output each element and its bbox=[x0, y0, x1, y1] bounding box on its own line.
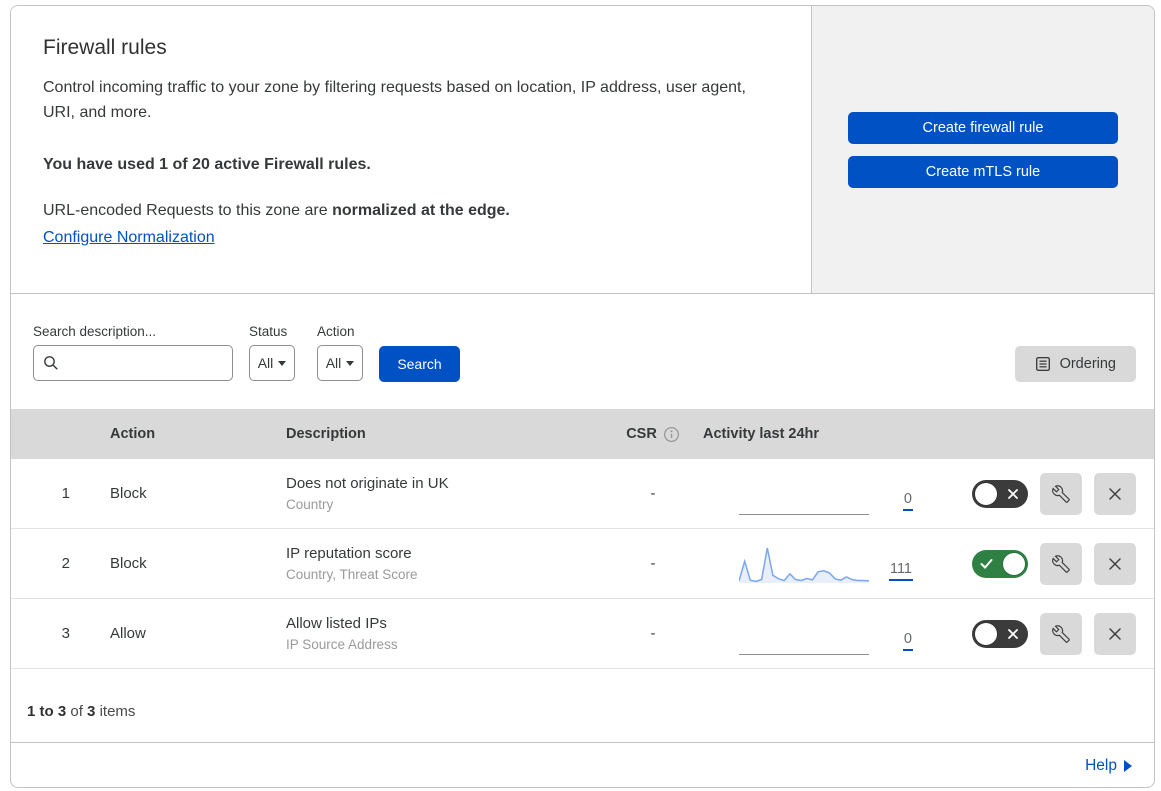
pagination-summary: 1 to 3 of 3 items bbox=[11, 669, 1154, 742]
edit-rule-button[interactable] bbox=[1040, 472, 1082, 515]
ordering-button[interactable]: Ordering bbox=[1014, 346, 1136, 382]
action-selected-value: All bbox=[325, 355, 342, 371]
configure-normalization-link[interactable]: Configure Normalization bbox=[43, 229, 215, 246]
rule-criteria: IP Source Address bbox=[286, 637, 398, 652]
edit-rule-button[interactable] bbox=[1040, 542, 1082, 585]
activity-count-link[interactable]: 111 bbox=[888, 561, 913, 581]
rule-action: Block bbox=[110, 485, 147, 502]
edit-rule-button[interactable] bbox=[1040, 612, 1082, 655]
toggle-knob bbox=[975, 622, 997, 645]
arrow-right-icon bbox=[1124, 760, 1132, 772]
column-header-description: Description bbox=[286, 426, 366, 442]
help-link[interactable]: Help bbox=[1085, 757, 1132, 775]
help-footer: Help bbox=[11, 742, 1154, 787]
close-icon bbox=[1109, 557, 1121, 570]
activity-count-link[interactable]: 0 bbox=[902, 631, 913, 651]
rule-enabled-toggle[interactable] bbox=[972, 479, 1028, 508]
wrench-icon bbox=[1052, 554, 1070, 573]
table-row: 1 Block Does not originate in UK Country… bbox=[11, 459, 1154, 529]
page-title: Firewall rules bbox=[43, 36, 167, 59]
header-section: Firewall rules Control incoming traffic … bbox=[11, 6, 1154, 294]
item-range: 1 to 3 bbox=[27, 703, 67, 720]
header-text-panel: Firewall rules Control incoming traffic … bbox=[11, 6, 812, 293]
page-description: Control incoming traffic to your zone by… bbox=[43, 79, 746, 121]
rule-description: Does not originate in UK bbox=[286, 475, 449, 492]
rule-description: Allow listed IPs bbox=[286, 615, 387, 632]
rule-csr-value: - bbox=[650, 485, 656, 502]
activity-sparkline bbox=[739, 547, 869, 583]
column-header-action: Action bbox=[110, 426, 156, 442]
normalization-bold: normalized at the edge. bbox=[332, 201, 510, 219]
wrench-icon bbox=[1052, 484, 1070, 503]
actions-panel: Create firewall rule Create mTLS rule bbox=[812, 6, 1154, 293]
usage-note: You have used 1 of 20 active Firewall ru… bbox=[43, 155, 371, 173]
ordering-list-icon bbox=[1035, 357, 1050, 372]
action-label: Action bbox=[317, 324, 355, 339]
action-select[interactable]: All bbox=[317, 345, 363, 381]
column-header-activity: Activity last 24hr bbox=[703, 426, 820, 442]
check-icon bbox=[980, 558, 993, 569]
delete-rule-button[interactable] bbox=[1094, 472, 1136, 515]
filter-bar: Search description... Status All Action … bbox=[11, 294, 1154, 409]
rule-enabled-toggle[interactable] bbox=[972, 549, 1028, 578]
close-icon bbox=[1109, 487, 1121, 500]
rule-csr-value: - bbox=[650, 555, 656, 572]
delete-rule-button[interactable] bbox=[1094, 542, 1136, 585]
firewall-rules-card: Firewall rules Control incoming traffic … bbox=[10, 5, 1155, 788]
create-mtls-rule-button[interactable]: Create mTLS rule bbox=[848, 155, 1118, 188]
rule-number: 3 bbox=[61, 625, 70, 642]
search-button[interactable]: Search bbox=[379, 346, 460, 382]
status-selected-value: All bbox=[257, 355, 274, 371]
activity-sparkline-empty bbox=[739, 613, 869, 655]
item-total: 3 bbox=[87, 703, 96, 720]
rule-description: IP reputation score bbox=[286, 545, 412, 562]
toggle-knob bbox=[1003, 552, 1025, 575]
rule-criteria: Country, Threat Score bbox=[286, 567, 418, 582]
chevron-down-icon bbox=[346, 360, 355, 366]
rule-number: 1 bbox=[61, 485, 70, 502]
table-row: 3 Allow Allow listed IPs IP Source Addre… bbox=[11, 599, 1154, 669]
rule-enabled-toggle[interactable] bbox=[972, 619, 1028, 648]
normalization-note: URL-encoded Requests to this zone are no… bbox=[43, 202, 765, 220]
normalization-prefix: URL-encoded Requests to this zone are bbox=[43, 201, 333, 219]
x-icon bbox=[1008, 628, 1018, 639]
of-text: of bbox=[70, 703, 83, 720]
rule-criteria: Country bbox=[286, 497, 334, 512]
delete-rule-button[interactable] bbox=[1094, 612, 1136, 655]
x-icon bbox=[1008, 488, 1018, 499]
wrench-icon bbox=[1052, 624, 1070, 643]
rule-number: 2 bbox=[61, 555, 70, 572]
search-label: Search description... bbox=[33, 324, 157, 339]
status-select[interactable]: All bbox=[249, 345, 295, 381]
create-firewall-rule-button[interactable]: Create firewall rule bbox=[848, 111, 1118, 144]
search-input[interactable] bbox=[33, 345, 233, 381]
rule-action: Allow bbox=[110, 625, 146, 642]
info-icon[interactable] bbox=[663, 426, 680, 443]
close-icon bbox=[1109, 627, 1121, 640]
items-text: items bbox=[99, 703, 136, 720]
activity-count-link[interactable]: 0 bbox=[902, 491, 913, 511]
rule-csr-value: - bbox=[650, 625, 656, 642]
rule-action: Block bbox=[110, 555, 147, 572]
ordering-button-label: Ordering bbox=[1059, 356, 1116, 372]
toggle-knob bbox=[975, 482, 997, 505]
search-icon bbox=[44, 356, 58, 370]
chevron-down-icon bbox=[278, 360, 287, 366]
column-header-csr: CSR bbox=[603, 426, 703, 443]
help-link-label: Help bbox=[1085, 757, 1117, 774]
table-row: 2 Block IP reputation score Country, Thr… bbox=[11, 529, 1154, 599]
activity-sparkline-empty bbox=[739, 473, 869, 515]
table-header: Action Description CSR Activity last 24h… bbox=[11, 409, 1154, 459]
status-label: Status bbox=[249, 324, 288, 339]
